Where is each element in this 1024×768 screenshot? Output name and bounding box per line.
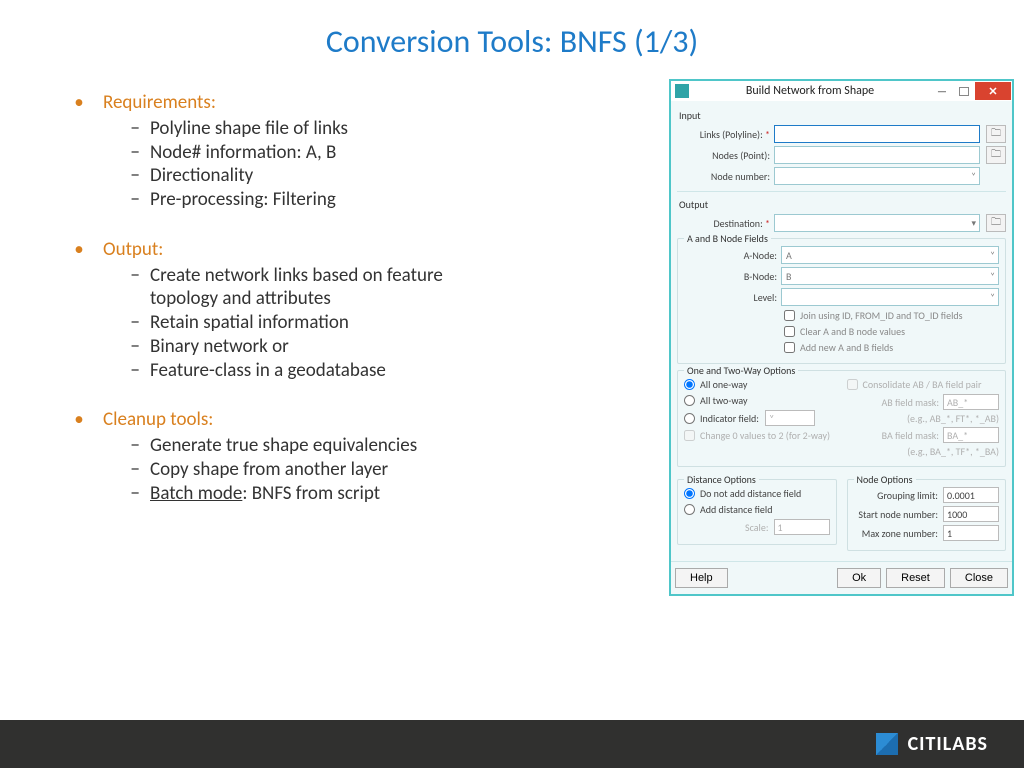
- ok-button[interactable]: Ok: [837, 568, 881, 588]
- app-icon: [675, 84, 689, 98]
- scale-field: 1: [774, 519, 830, 535]
- radio-no-distance[interactable]: [684, 488, 695, 499]
- dialog-build-network: Build Network from Shape — ✕ Input Links…: [669, 79, 1014, 596]
- section-requirements: •Requirements: −Polyline shape file of l…: [55, 91, 644, 212]
- radio-all-twoway[interactable]: [684, 395, 695, 406]
- a-node-select[interactable]: A˅: [781, 246, 999, 264]
- chk-add-ab[interactable]: [784, 342, 795, 353]
- radio-all-oneway[interactable]: [684, 379, 695, 390]
- section-heading: Output:: [103, 238, 163, 262]
- list-item: −Generate true shape equivalencies: [55, 434, 644, 458]
- indicator-field-select[interactable]: ˅: [765, 410, 815, 426]
- close-dialog-button[interactable]: Close: [950, 568, 1008, 588]
- chevron-down-icon: ˅: [990, 292, 995, 303]
- minimize-button[interactable]: —: [931, 83, 953, 99]
- links-polyline-field[interactable]: [774, 125, 980, 143]
- radio-indicator[interactable]: [684, 413, 695, 424]
- section-heading: Cleanup tools:: [103, 408, 213, 432]
- list-item: −Create network links based on feature t…: [55, 264, 644, 312]
- folder-icon: 🗀: [991, 215, 1001, 232]
- folder-icon: 🗀: [991, 147, 1001, 164]
- chk-change0: [684, 430, 695, 441]
- grouping-limit-field[interactable]: 0.0001: [943, 487, 999, 503]
- brand-name: CITILABS: [908, 732, 988, 756]
- nodes-point-field[interactable]: [774, 146, 980, 164]
- help-button[interactable]: Help: [675, 568, 728, 588]
- footer-bar: CITILABS: [0, 720, 1024, 768]
- folder-icon: 🗀: [991, 126, 1001, 143]
- level-select[interactable]: ˅: [781, 288, 999, 306]
- group-input: Input: [679, 109, 1006, 122]
- max-zone-field[interactable]: 1: [943, 525, 999, 541]
- section-output: •Output: −Create network links based on …: [55, 238, 644, 383]
- maximize-button[interactable]: [953, 83, 975, 99]
- node-number-select[interactable]: ˅: [774, 167, 980, 185]
- ab-mask-field: AB_*: [943, 394, 999, 410]
- list-item: −Retain spatial information: [55, 311, 644, 335]
- text-column: •Requirements: −Polyline shape file of l…: [55, 91, 644, 596]
- list-item: −Pre-processing: Filtering: [55, 188, 644, 212]
- list-item: −Directionality: [55, 164, 644, 188]
- chevron-down-icon: ˅: [990, 271, 995, 282]
- group-twoway: One and Two-Way Options All one-way All …: [677, 370, 1006, 467]
- close-button[interactable]: ✕: [975, 82, 1011, 100]
- group-node-options: Node Options Grouping limit:0.0001 Start…: [847, 479, 1007, 551]
- list-item: −Node# information: A, B: [55, 141, 644, 165]
- chk-clear-ab[interactable]: [784, 326, 795, 337]
- radio-add-distance[interactable]: [684, 504, 695, 515]
- slide-title: Conversion Tools: BNFS (1/3): [0, 0, 1024, 61]
- group-ab-node-fields: A and B Node Fields A-Node:A˅ B-Node:B˅ …: [677, 238, 1006, 364]
- section-heading: Requirements:: [103, 91, 216, 115]
- chk-join-id[interactable]: [784, 310, 795, 321]
- ba-mask-field: BA_*: [943, 427, 999, 443]
- slide-body: •Requirements: −Polyline shape file of l…: [0, 61, 1024, 596]
- chk-consolidate: [847, 379, 858, 390]
- browse-nodes-button[interactable]: 🗀: [986, 146, 1006, 164]
- titlebar: Build Network from Shape — ✕: [671, 79, 1012, 101]
- window-title: Build Network from Shape: [689, 84, 931, 98]
- chevron-down-icon: ˅: [990, 250, 995, 261]
- list-item: −Feature-class in a geodatabase: [55, 359, 644, 383]
- browse-links-button[interactable]: 🗀: [986, 125, 1006, 143]
- browse-dest-button[interactable]: 🗀: [986, 214, 1006, 232]
- list-item: −Polyline shape file of links: [55, 117, 644, 141]
- start-node-field[interactable]: 1000: [943, 506, 999, 522]
- list-item: −Batch mode: BNFS from script: [55, 482, 644, 506]
- reset-button[interactable]: Reset: [886, 568, 945, 588]
- list-item: −Binary network or: [55, 335, 644, 359]
- logo-icon: [876, 733, 898, 755]
- group-distance: Distance Options Do not add distance fie…: [677, 479, 837, 545]
- b-node-select[interactable]: B˅: [781, 267, 999, 285]
- group-output: Output: [679, 198, 1006, 211]
- section-cleanup: •Cleanup tools: −Generate true shape equ…: [55, 408, 644, 505]
- destination-field[interactable]: ▾: [774, 214, 980, 232]
- list-item: −Copy shape from another layer: [55, 458, 644, 482]
- chevron-down-icon: ˅: [971, 171, 976, 182]
- chevron-down-icon: ▾: [971, 218, 976, 229]
